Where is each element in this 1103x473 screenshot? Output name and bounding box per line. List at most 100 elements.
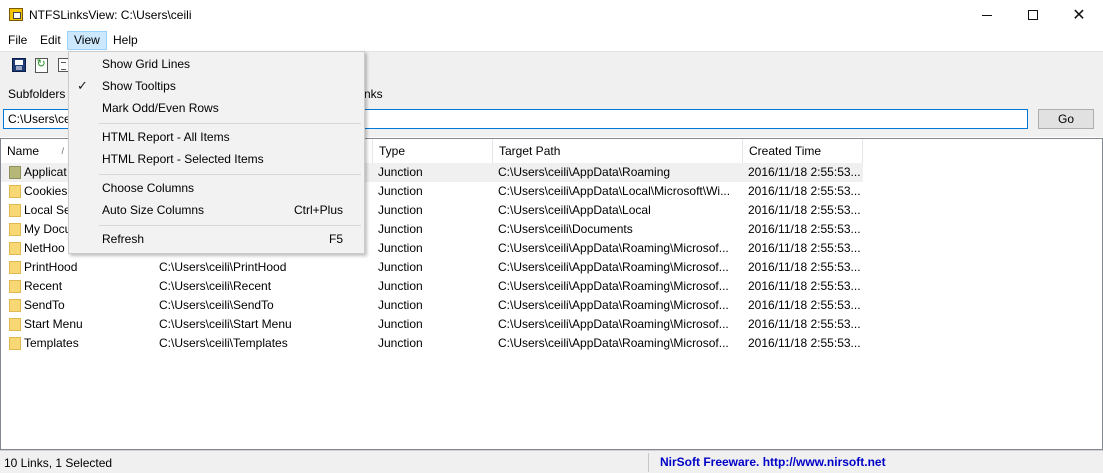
nirsoft-link[interactable]: NirSoft Freeware. http://www.nirsoft.net	[660, 455, 886, 469]
menu-item-label: HTML Report - All Items	[102, 130, 230, 144]
menu-item-label: Show Tooltips	[102, 79, 176, 93]
row-target: C:\Users\ceili\AppData\Roaming\Microsof.…	[498, 241, 729, 255]
row-type: Junction	[378, 298, 423, 312]
sort-icon: /	[61, 146, 64, 156]
menu-item-html-report-all[interactable]: HTML Report - All Items	[69, 126, 364, 148]
menu-edit[interactable]: Edit	[34, 31, 67, 50]
folder-icon	[9, 204, 21, 217]
menu-item-mark-odd-even[interactable]: Mark Odd/Even Rows	[69, 97, 364, 119]
column-target[interactable]: Target Path	[493, 139, 743, 163]
menu-item-label: Choose Columns	[102, 181, 195, 195]
refresh-icon	[34, 57, 48, 73]
row-target: C:\Users\ceili\Documents	[498, 222, 633, 236]
row-path: C:\Users\ceili\Templates	[159, 336, 288, 350]
table-row[interactable]: SendTo C:\Users\ceili\SendTo Junction C:…	[1, 296, 863, 315]
row-type: Junction	[378, 279, 423, 293]
menu-item-shortcut: Ctrl+Plus	[293, 203, 343, 217]
menu-item-show-grid-lines[interactable]: Show Grid Lines	[69, 53, 364, 75]
table-row[interactable]: Recent C:\Users\ceili\Recent Junction C:…	[1, 277, 863, 296]
go-button[interactable]: Go	[1038, 109, 1094, 129]
properties-icon	[57, 58, 69, 72]
menu-item-label: Auto Size Columns	[102, 203, 205, 217]
menu-separator	[99, 225, 361, 226]
row-target: C:\Users\ceili\AppData\Roaming\Microsof.…	[498, 260, 729, 274]
row-created: 2016/11/18 2:55:53...	[748, 184, 860, 198]
folder-icon	[9, 261, 21, 274]
column-name-label: Name	[7, 144, 40, 158]
folder-icon	[9, 242, 21, 255]
table-row[interactable]: Start Menu C:\Users\ceili\Start Menu Jun…	[1, 315, 863, 334]
column-type-label: Type	[379, 144, 406, 158]
minimize-icon	[982, 14, 992, 16]
menu-item-label: HTML Report - Selected Items	[102, 152, 264, 166]
close-button[interactable]: ✕	[1056, 0, 1102, 30]
column-created[interactable]: Created Time	[743, 139, 863, 163]
folder-icon	[9, 185, 21, 198]
row-name: Recent	[24, 279, 63, 293]
maximize-button[interactable]	[1010, 0, 1056, 30]
check-icon: ✓	[77, 78, 88, 93]
status-divider	[648, 453, 649, 472]
row-target: C:\Users\ceili\AppData\Roaming\Microsof.…	[498, 336, 729, 350]
row-name: Start Menu	[24, 317, 83, 331]
maximize-icon	[1028, 10, 1038, 20]
row-created: 2016/11/18 2:55:53...	[748, 241, 860, 255]
menu-separator	[99, 123, 361, 124]
menu-item-label: Show Grid Lines	[102, 57, 191, 71]
save-button[interactable]	[10, 56, 28, 74]
menu-item-auto-size-columns[interactable]: Auto Size Columns Ctrl+Plus	[69, 199, 364, 221]
folder-icon	[9, 318, 21, 331]
row-path: C:\Users\ceili\SendTo	[159, 298, 274, 312]
subfolders-label: Subfolders d	[8, 87, 76, 101]
menu-item-shortcut: F5	[328, 232, 343, 246]
folder-icon	[9, 223, 21, 236]
menu-item-refresh[interactable]: Refresh F5	[69, 228, 364, 250]
links-label: nks	[364, 87, 383, 101]
menu-bar: File Edit View Help	[0, 30, 1103, 51]
row-name: SendTo	[24, 298, 65, 312]
menu-file[interactable]: File	[2, 31, 33, 50]
folder-icon	[9, 280, 21, 293]
menu-view[interactable]: View	[67, 31, 107, 50]
table-row[interactable]: Templates C:\Users\ceili\Templates Junct…	[1, 334, 863, 353]
column-type[interactable]: Type	[373, 139, 493, 163]
row-target: C:\Users\ceili\AppData\Local	[498, 203, 651, 217]
row-target: C:\Users\ceili\AppData\Roaming\Microsof.…	[498, 298, 729, 312]
row-type: Junction	[378, 317, 423, 331]
row-type: Junction	[378, 222, 423, 236]
row-created: 2016/11/18 2:55:53...	[748, 298, 860, 312]
column-target-label: Target Path	[499, 144, 561, 158]
menu-item-label: Mark Odd/Even Rows	[102, 101, 219, 115]
window-title: NTFSLinksView: C:\Users\ceili	[29, 8, 192, 22]
row-type: Junction	[378, 260, 423, 274]
row-created: 2016/11/18 2:55:53...	[748, 260, 860, 274]
row-path: C:\Users\ceili\Start Menu	[159, 317, 292, 331]
save-icon	[12, 58, 26, 72]
row-target: C:\Users\ceili\AppData\Roaming	[498, 165, 671, 179]
folder-icon	[9, 166, 21, 179]
close-icon: ✕	[1072, 7, 1086, 24]
table-row[interactable]: PrintHood C:\Users\ceili\PrintHood Junct…	[1, 258, 863, 277]
minimize-button[interactable]	[964, 0, 1010, 30]
row-target: C:\Users\ceili\AppData\Roaming\Microsof.…	[498, 279, 729, 293]
menu-separator	[99, 174, 361, 175]
menu-item-html-report-selected[interactable]: HTML Report - Selected Items	[69, 148, 364, 170]
menu-item-show-tooltips[interactable]: ✓ Show Tooltips	[69, 75, 364, 97]
row-type: Junction	[378, 336, 423, 350]
view-menu: Show Grid Lines ✓ Show Tooltips Mark Odd…	[68, 51, 365, 254]
row-type: Junction	[378, 241, 423, 255]
folder-icon	[9, 337, 21, 350]
row-target: C:\Users\ceili\AppData\Roaming\Microsof.…	[498, 317, 729, 331]
menu-help[interactable]: Help	[107, 31, 144, 50]
row-type: Junction	[378, 184, 423, 198]
folder-icon	[9, 299, 21, 312]
status-count: 10 Links, 1 Selected	[4, 456, 113, 470]
refresh-button[interactable]	[32, 56, 50, 74]
row-name: PrintHood	[24, 260, 78, 274]
row-path: C:\Users\ceili\PrintHood	[159, 260, 287, 274]
menu-item-choose-columns[interactable]: Choose Columns	[69, 177, 364, 199]
row-created: 2016/11/18 2:55:53...	[748, 279, 860, 293]
row-path: C:\Users\ceili\Recent	[159, 279, 272, 293]
row-created: 2016/11/18 2:55:53...	[748, 165, 860, 179]
row-name: Templates	[24, 336, 79, 350]
